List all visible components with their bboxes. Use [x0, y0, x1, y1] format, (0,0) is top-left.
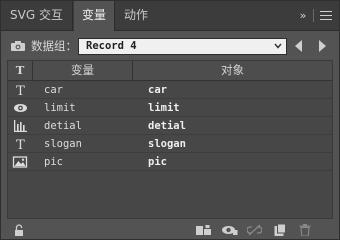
- bound-object: limit: [148, 102, 180, 114]
- tab-bar: SVG 交互 变量 动作 »: [1, 1, 339, 31]
- bound-object: slogan: [148, 138, 186, 150]
- new-variable-icon[interactable]: [273, 224, 286, 236]
- previous-dataset-icon[interactable]: [294, 40, 304, 52]
- panel-footer: [1, 221, 339, 239]
- tab-svg-interactivity[interactable]: SVG 交互: [1, 1, 73, 30]
- graph-data-icon: [14, 120, 27, 132]
- next-dataset-icon[interactable]: [317, 40, 327, 52]
- variables-panel: SVG 交互 变量 动作 » 数据组： Record 4 T 变量 对象 T c…: [0, 0, 340, 240]
- panel-menu-icon[interactable]: [320, 11, 332, 20]
- table-row[interactable]: T car car: [8, 81, 332, 99]
- tab-actions[interactable]: 动作: [116, 1, 156, 30]
- image-type-icon: [12, 156, 28, 168]
- bound-object: car: [148, 84, 167, 96]
- bound-object: pic: [148, 156, 167, 168]
- visibility-eye-icon: [14, 104, 27, 112]
- table-header: T 变量 对象: [8, 61, 332, 81]
- variable-name: pic: [44, 156, 63, 168]
- delete-variable-icon[interactable]: [299, 224, 311, 236]
- svg-text:T: T: [16, 84, 25, 99]
- dataset-select-value: Record 4: [86, 40, 137, 52]
- chevron-down-icon: [274, 43, 282, 49]
- text-type-icon: T: [16, 84, 25, 99]
- svg-text:T: T: [16, 138, 25, 153]
- unbind-variable-icon[interactable]: [247, 224, 262, 236]
- column-header-variable[interactable]: 变量: [33, 61, 133, 80]
- variable-name: slogan: [44, 138, 82, 150]
- table-row[interactable]: detial detial: [8, 117, 332, 135]
- lock-icon[interactable]: [14, 224, 24, 236]
- text-type-icon: T: [16, 138, 25, 153]
- make-visibility-dynamic-icon[interactable]: [221, 224, 238, 236]
- variable-name: car: [44, 84, 63, 96]
- bound-object: detial: [148, 120, 186, 132]
- variables-table: T 变量 对象 T car car limit limit detial det…: [7, 60, 333, 219]
- column-header-type[interactable]: T: [8, 61, 33, 80]
- dataset-row: 数据组： Record 4: [1, 32, 339, 60]
- table-row[interactable]: T slogan slogan: [8, 135, 332, 153]
- column-header-object[interactable]: 对象: [133, 61, 332, 80]
- expand-panels-icon[interactable]: »: [296, 1, 310, 30]
- variable-name: detial: [44, 120, 82, 132]
- dataset-label: 数据组：: [31, 39, 77, 53]
- divider: [313, 9, 314, 22]
- table-row[interactable]: pic pic: [8, 153, 332, 171]
- tab-variables[interactable]: 变量: [74, 1, 115, 31]
- variable-name: limit: [44, 102, 76, 114]
- make-dynamic-text-icon[interactable]: [195, 224, 212, 236]
- capture-dataset-icon[interactable]: [11, 41, 25, 51]
- table-row[interactable]: limit limit: [8, 99, 332, 117]
- dataset-select[interactable]: Record 4: [78, 38, 287, 55]
